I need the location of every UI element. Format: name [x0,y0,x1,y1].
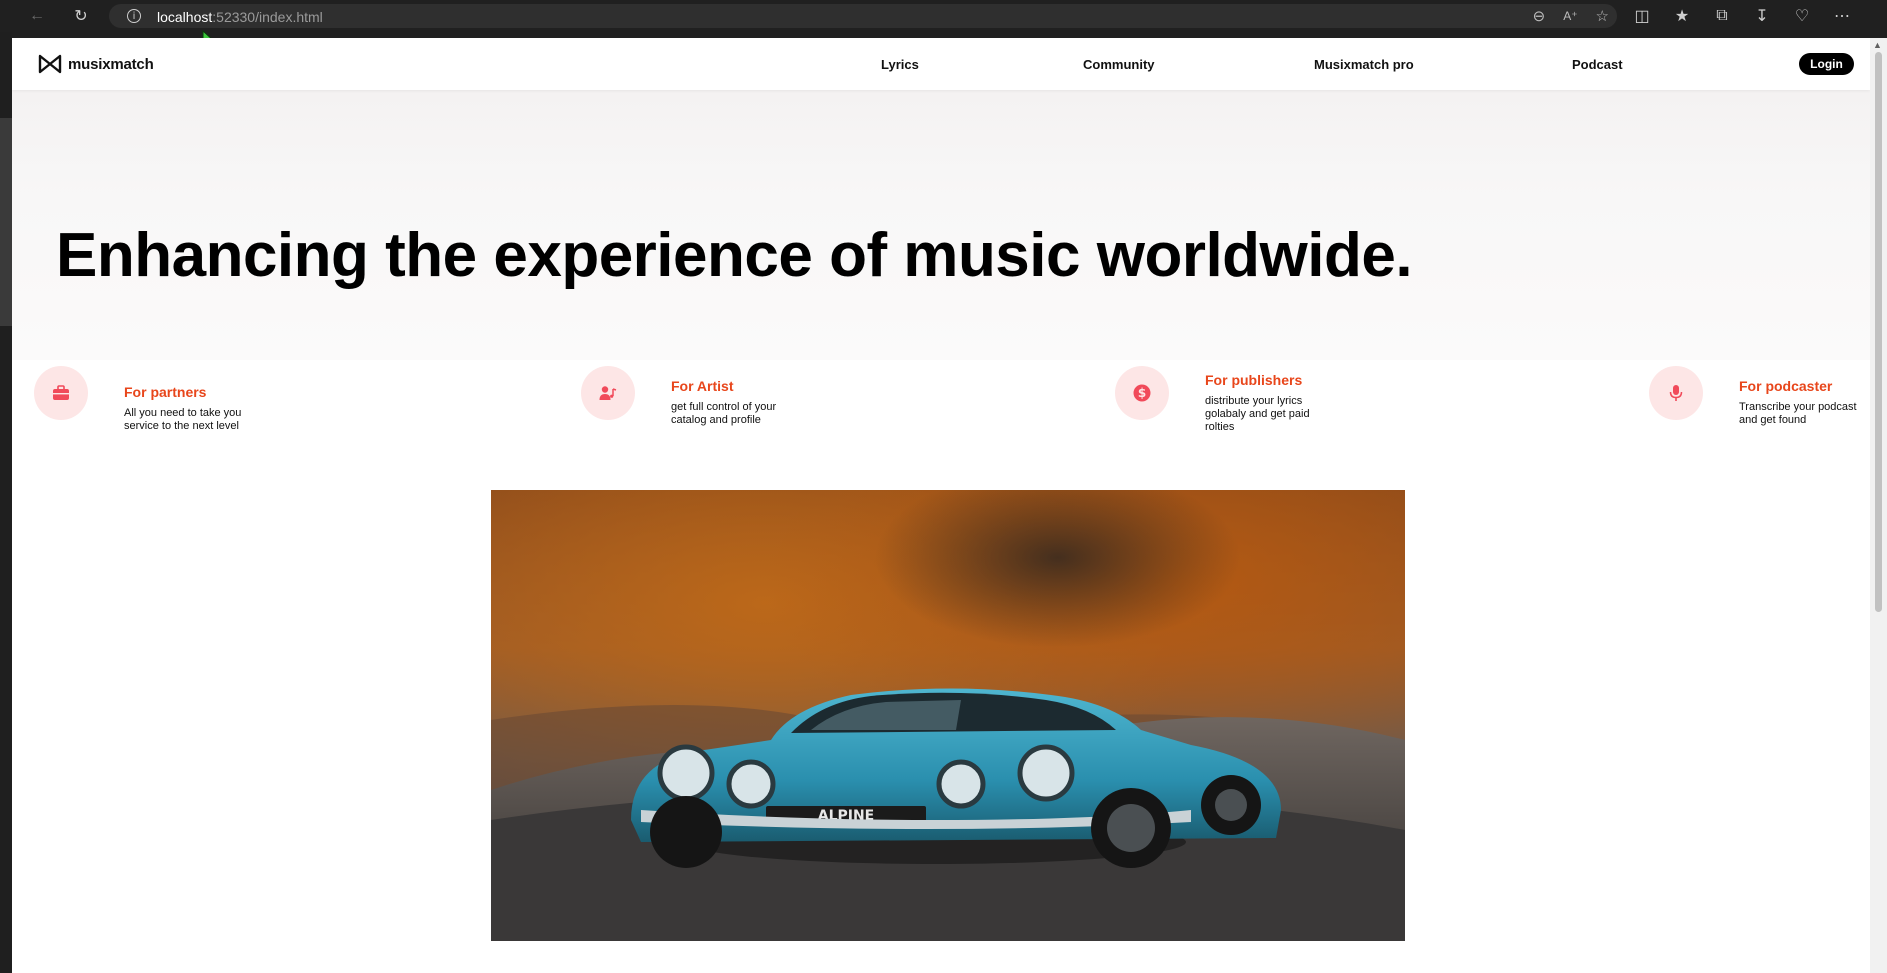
car-photo-illustration: ALPINE [491,490,1405,941]
url-text: localhost:52330/index.html [157,9,323,25]
nav-link-lyrics[interactable]: Lyrics [881,57,919,72]
feature-title: For Artist [671,378,734,394]
back-icon[interactable]: ← [24,4,50,28]
more-menu-icon[interactable]: ⋯ [1830,6,1854,26]
reload-icon[interactable]: ↻ [68,4,94,28]
nav-link-community[interactable]: Community [1083,57,1155,72]
info-icon[interactable]: i [127,9,141,23]
scroll-up-arrow-icon[interactable]: ▲ [1873,40,1882,50]
feature-icon-circle [34,366,88,420]
downloads-icon[interactable]: ↧ [1750,6,1774,26]
feature-title: For partners [124,384,207,400]
briefcase-icon [53,385,69,400]
hero-section: Enhancing the experience of music worldw… [12,90,1870,360]
page-scrollbar[interactable]: ▲ [1870,38,1887,973]
split-screen-icon[interactable]: ◫ [1630,6,1654,26]
site-logo[interactable]: musixmatch [38,53,154,75]
browser-toolbar: ← ↻ i localhost:52330/index.html ⊖ A⁺ ☆ … [0,0,1887,32]
address-bar[interactable]: i localhost:52330/index.html ⊖ A⁺ ☆ [109,4,1617,28]
health-icon[interactable]: ♡ [1790,6,1814,26]
nav-link-musixmatch-pro[interactable]: Musixmatch pro [1314,57,1414,72]
feature-icon-circle [581,366,635,420]
read-aloud-icon[interactable]: A⁺ [1563,9,1577,23]
microphone-icon [1669,385,1683,401]
sidebar-strip [0,32,12,973]
hero-car-image: ALPINE [491,490,1405,941]
feature-description: Transcribe your podcast and get found [1739,401,1857,426]
dollar-icon: $ [1133,384,1151,402]
scrollbar-thumb[interactable] [1875,52,1882,612]
musixmatch-logo-icon [38,54,62,74]
feature-description: distribute your lyrics golabaly and get … [1205,395,1310,433]
logo-text: musixmatch [68,55,154,73]
favorites-icon[interactable]: ★ [1670,6,1694,26]
collections-icon[interactable]: ⧉ [1710,7,1734,25]
feature-description: get full control of your catalog and pro… [671,401,777,426]
feature-icon-circle: $ [1115,366,1169,420]
page-viewport: musixmatch Lyrics Community Musixmatch p… [12,38,1870,973]
login-button[interactable]: Login [1799,53,1854,75]
site-navbar: musixmatch Lyrics Community Musixmatch p… [12,38,1870,90]
svg-text:$: $ [1138,386,1146,400]
feature-description: All you need to take you service to the … [124,407,242,432]
favorite-star-icon[interactable]: ☆ [1596,7,1609,25]
feature-title: For podcaster [1739,378,1833,394]
feature-icon-circle [1649,366,1703,420]
user-music-icon [599,386,617,400]
zoom-out-icon[interactable]: ⊖ [1533,7,1546,25]
feature-title: For publishers [1205,372,1303,388]
hero-title: Enhancing the experience of music worldw… [56,221,1413,290]
nav-link-podcast[interactable]: Podcast [1572,57,1623,72]
